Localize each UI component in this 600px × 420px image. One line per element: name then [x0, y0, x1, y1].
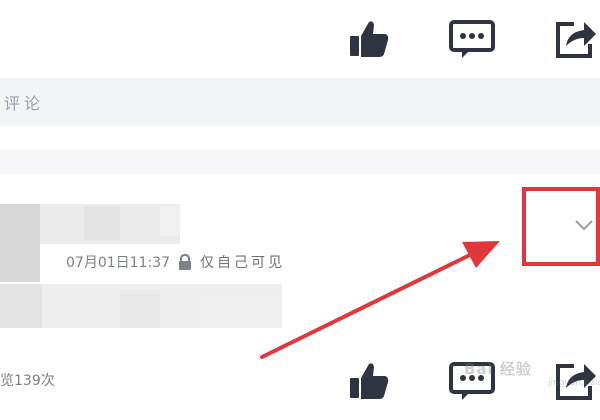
lock-icon [178, 254, 191, 270]
chevron-down-icon[interactable] [574, 218, 594, 232]
comment-input[interactable]: 评论 [0, 78, 600, 126]
watermark-url: jingyan.baidu.com [548, 378, 600, 388]
watermark: Bai 经验 [464, 360, 532, 378]
share-icon [556, 22, 596, 58]
top-action-bar [0, 8, 600, 78]
username-blurred-cell [160, 206, 180, 236]
like-button[interactable] [346, 358, 392, 404]
post-content-blurred-cell [0, 284, 42, 328]
avatar [0, 204, 40, 282]
visibility-label: 仅自己可见 [199, 255, 285, 271]
comment-icon [449, 20, 495, 58]
post-content-blurred-cell [200, 296, 282, 328]
post-time: 07月01日11:37 [66, 255, 170, 271]
comment-placeholder: 评论 [4, 94, 45, 113]
comment-button[interactable] [448, 16, 496, 62]
section-divider [0, 150, 600, 174]
share-button[interactable] [552, 16, 598, 62]
thumbs-up-icon [350, 21, 389, 57]
post-content-blurred-cell [120, 290, 160, 328]
like-button[interactable] [346, 16, 392, 62]
post-meta: 07月01日11:37 仅自己可见 [66, 252, 285, 272]
username-blurred-cell [84, 206, 120, 240]
thumbs-up-icon [350, 363, 389, 399]
